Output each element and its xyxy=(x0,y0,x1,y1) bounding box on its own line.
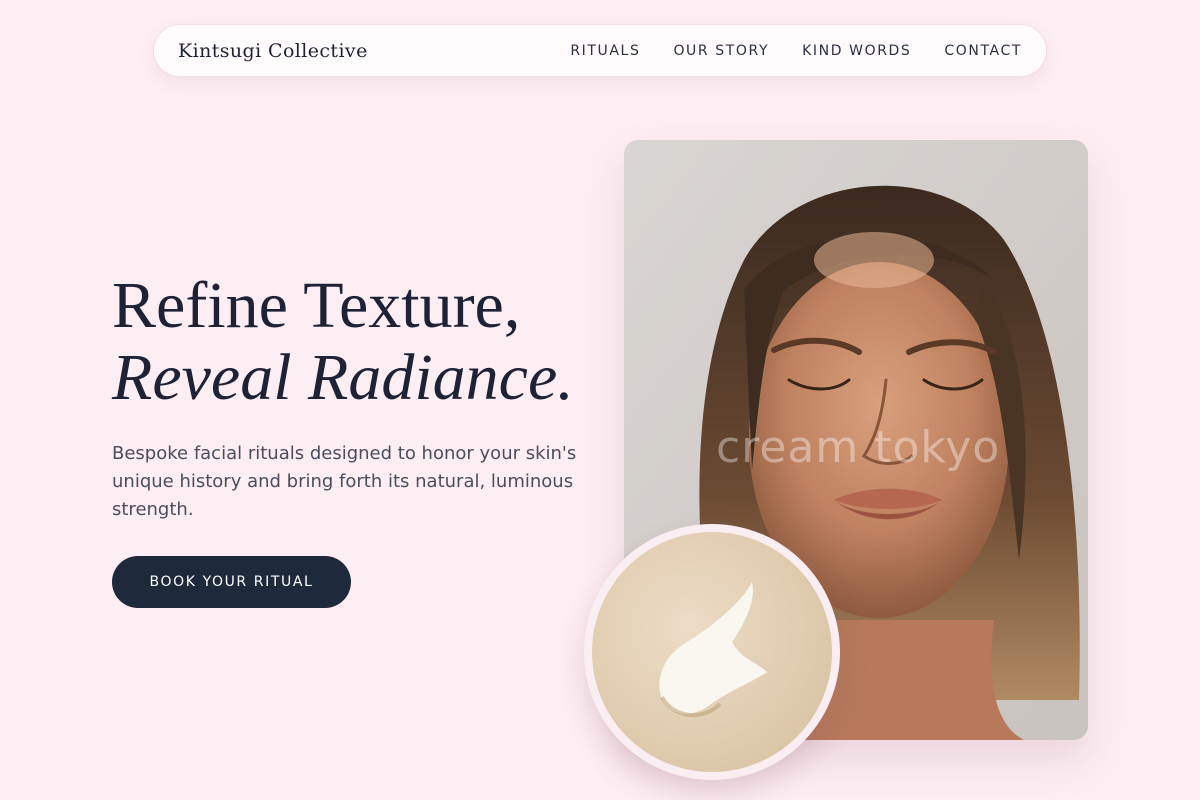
cream-swatch-illustration xyxy=(592,532,832,772)
nav-link-rituals[interactable]: RITUALS xyxy=(570,43,640,59)
nav-link-contact[interactable]: CONTACT xyxy=(944,43,1022,59)
hero-title: Refine Texture, Reveal Radiance. xyxy=(112,270,574,414)
brand-logo[interactable]: Kintsugi Collective xyxy=(178,40,368,62)
hero-subtitle: Bespoke facial rituals designed to honor… xyxy=(112,443,577,520)
hero-title-line-1: Refine Texture, xyxy=(112,269,521,342)
nav-links: RITUALS OUR STORY KIND WORDS CONTACT xyxy=(537,43,1022,59)
nav-link-our-story[interactable]: OUR STORY xyxy=(673,43,769,59)
page: Kintsugi Collective RITUALS OUR STORY KI… xyxy=(0,0,1200,800)
cream-swatch-image xyxy=(592,532,832,772)
nav-link-kind-words[interactable]: KIND WORDS xyxy=(802,43,911,59)
image-watermark: cream tokyo xyxy=(716,422,1001,473)
product-swatch-circle xyxy=(584,524,840,780)
hero-title-line-2: Reveal Radiance. xyxy=(112,341,574,414)
top-navigation: Kintsugi Collective RITUALS OUR STORY KI… xyxy=(153,24,1047,77)
book-ritual-button[interactable]: BOOK YOUR RITUAL xyxy=(112,556,351,608)
